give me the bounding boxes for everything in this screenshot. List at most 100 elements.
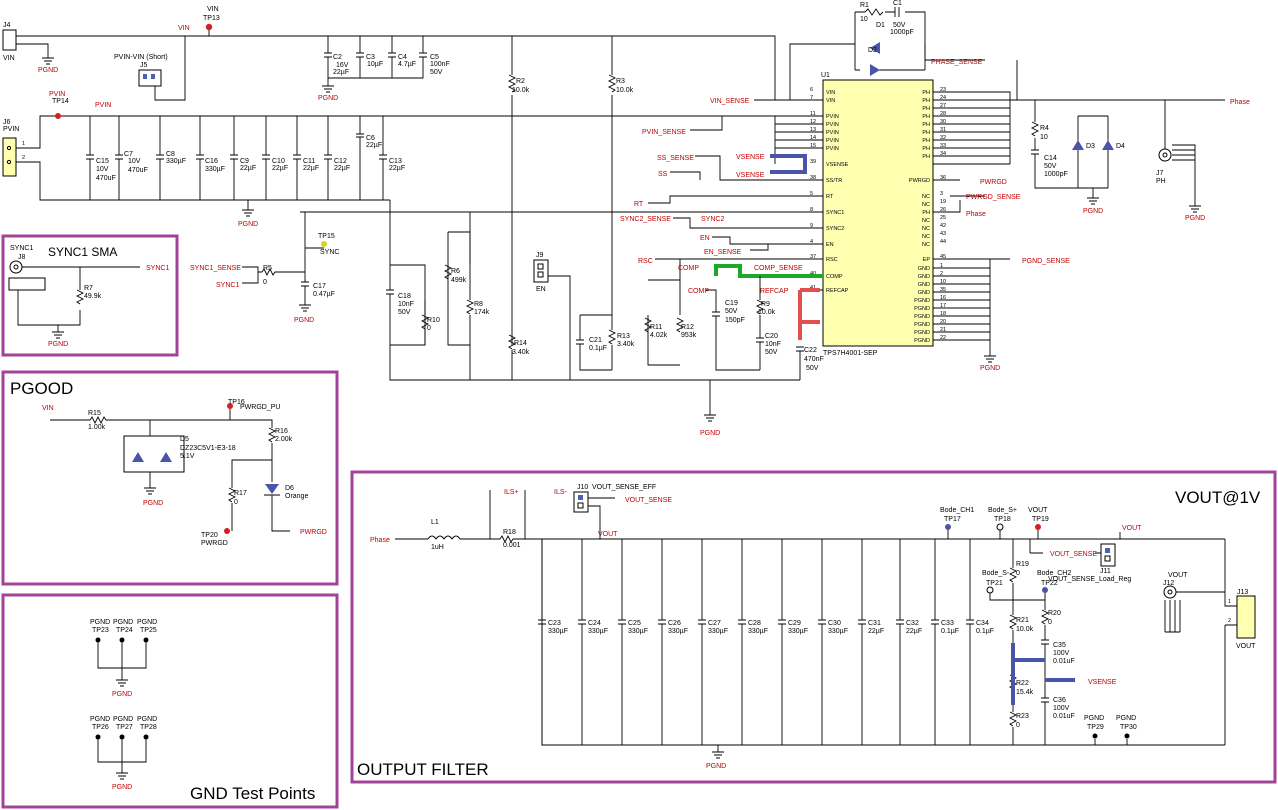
output-capacitor-ref: C29	[788, 620, 801, 627]
pvin-net-label: PVIN	[95, 102, 111, 109]
u1-right-pin-name: EP	[923, 257, 931, 263]
svg-text:1uH: 1uH	[431, 544, 444, 551]
svg-text:VOUT: VOUT	[598, 531, 618, 538]
svg-text:SYNC2: SYNC2	[701, 216, 724, 223]
svg-text:0.47µF: 0.47µF	[313, 291, 335, 298]
svg-text:10: 10	[1040, 134, 1048, 141]
svg-text:10.0k: 10.0k	[616, 87, 634, 94]
svg-text:VSENSE: VSENSE	[736, 172, 765, 179]
u1-left-pin-name: RSC	[826, 257, 838, 263]
svg-text:1: 1	[22, 141, 25, 147]
output-capacitor-ref: C27	[708, 620, 721, 627]
pgood-frame	[1, 370, 339, 586]
u1-right-pin-name: NC	[922, 234, 930, 240]
svg-text:50V: 50V	[806, 365, 819, 372]
u1-right-pin-name: NC	[922, 202, 930, 208]
u1-left-pin-name: COMP	[826, 274, 843, 280]
svg-text:J5: J5	[140, 62, 148, 69]
svg-text:174k: 174k	[474, 309, 490, 316]
output-capacitor-value: 330µF	[628, 628, 648, 635]
svg-text:COMP: COMP	[678, 265, 699, 272]
output-capacitor-ref: C26	[668, 620, 681, 627]
svg-text:10nF: 10nF	[765, 341, 781, 348]
output-capacitor-ref: C33	[941, 620, 954, 627]
svg-text:5.1V: 5.1V	[180, 453, 195, 460]
svg-text:C14: C14	[1044, 155, 1057, 162]
svg-text:0: 0	[234, 499, 238, 506]
svg-text:PWRGD: PWRGD	[300, 529, 327, 536]
svg-text:R18: R18	[503, 529, 516, 536]
svg-text:3.40k: 3.40k	[617, 341, 635, 348]
svg-text:C16: C16	[205, 158, 218, 165]
svg-text:Bode_S+: Bode_S+	[988, 507, 1017, 514]
u1-right-pin-name: PH	[922, 146, 930, 152]
svg-text:DZ23C5V1-E3-18: DZ23C5V1-E3-18	[180, 445, 236, 452]
u1-right-pin-name: NC	[922, 226, 930, 232]
svg-text:COMP_SENSE: COMP_SENSE	[754, 265, 803, 272]
svg-text:TP18: TP18	[994, 516, 1011, 523]
u1-right-pin-name: PH	[922, 98, 930, 104]
svg-text:10V: 10V	[96, 166, 109, 173]
output-capacitor	[966, 539, 974, 745]
svg-text:R3: R3	[616, 78, 625, 85]
sync-input-network: TP15 SYNC SYNC1_SENSE SYNC1 R5 0 C17 0.4…	[190, 212, 339, 324]
output-capacitor-ref: C32	[906, 620, 919, 627]
svg-text:0: 0	[263, 279, 267, 286]
svg-text:0: 0	[1016, 722, 1020, 729]
svg-text:SYNC2_SENSE: SYNC2_SENSE	[620, 216, 671, 223]
svg-text:Phase: Phase	[966, 211, 986, 218]
svg-text:EN: EN	[536, 286, 546, 293]
u1-right-nets: PWRGD PWRGD_SENSE Phase PGND PGND_SENSE …	[933, 91, 1250, 372]
svg-text:J11: J11	[1100, 568, 1111, 575]
gnd-testpoints: PGND PGND PGND TP23 TP24 TP25 PGND PGND …	[90, 619, 157, 791]
u1-right-pin-num: 19	[940, 199, 946, 205]
svg-text:PGND: PGND	[90, 619, 110, 626]
svg-text:PWRGD_PU: PWRGD_PU	[240, 404, 280, 411]
svg-text:470nF: 470nF	[804, 356, 824, 363]
svg-text:22µF: 22µF	[334, 165, 350, 172]
svg-text:100nF: 100nF	[430, 61, 450, 68]
j6-connector: J6 PVIN 1 2	[2, 119, 25, 177]
svg-text:2: 2	[1228, 618, 1231, 624]
svg-text:EN: EN	[700, 235, 710, 242]
svg-text:22µF: 22µF	[272, 165, 288, 172]
svg-text:EN_SENSE: EN_SENSE	[704, 249, 742, 256]
output-capacitor-ref: C23	[548, 620, 561, 627]
u1-right-pin-num: 42	[940, 223, 946, 229]
svg-text:VOUT: VOUT	[1236, 643, 1256, 650]
svg-text:TP29: TP29	[1087, 724, 1104, 731]
svg-text:C35: C35	[1053, 642, 1066, 649]
u1-left-pin-name: VSENSE	[826, 162, 849, 168]
svg-text:R16: R16	[275, 428, 288, 435]
svg-text:PGND: PGND	[238, 221, 258, 228]
svg-text:470uF: 470uF	[128, 167, 148, 174]
output-capacitor-value: 0.1µF	[941, 628, 959, 635]
svg-text:PGND: PGND	[90, 716, 110, 723]
u1-right-pin-name: PH	[922, 106, 930, 112]
svg-text:SS_SENSE: SS_SENSE	[657, 155, 694, 162]
input-capacitor-bank: PGND C15 10V 470uF C7 10V 470uF C8 330µF…	[86, 116, 405, 228]
svg-text:PGND: PGND	[112, 691, 132, 698]
svg-text:PGND: PGND	[1084, 715, 1104, 722]
svg-text:49.9k: 49.9k	[84, 293, 102, 300]
svg-text:PGND: PGND	[113, 619, 133, 626]
u1-right-pin-name: PGND	[914, 314, 930, 320]
svg-text:R20: R20	[1048, 610, 1061, 617]
u1-left-pin-name: VIN	[826, 90, 835, 96]
svg-text:10µF: 10µF	[367, 61, 383, 68]
u1-left-pin-name: EN	[826, 242, 834, 248]
svg-text:R17: R17	[234, 490, 247, 497]
svg-text:0: 0	[1048, 619, 1052, 626]
svg-text:10nF: 10nF	[398, 301, 414, 308]
svg-text:VOUT: VOUT	[1028, 507, 1048, 514]
svg-text:D5: D5	[180, 436, 189, 443]
u1-right-pin-name: PH	[922, 114, 930, 120]
u1-part: TPS7H4001-SEP	[823, 350, 878, 357]
svg-text:330µF: 330µF	[166, 158, 186, 165]
svg-text:50V: 50V	[765, 349, 778, 356]
u1-left-pin-name: PVIN	[826, 146, 839, 152]
svg-text:C13: C13	[389, 158, 402, 165]
svg-text:R8: R8	[474, 301, 483, 308]
pgnd-symbol-j4: PGND	[38, 57, 58, 74]
u1-right-pin-name: GND	[918, 282, 930, 288]
